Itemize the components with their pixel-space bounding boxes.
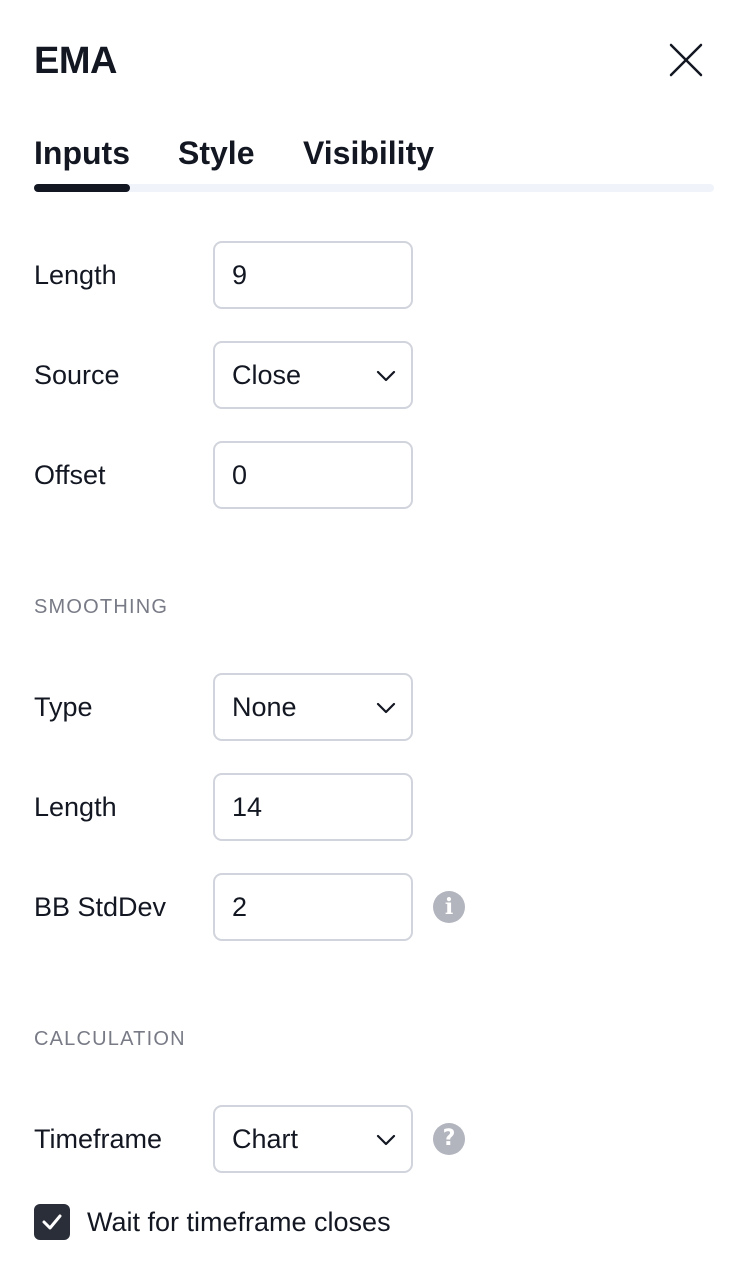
tab-visibility[interactable]: Visibility bbox=[303, 130, 434, 176]
timeframe-label: Timeframe bbox=[34, 1124, 163, 1154]
source-select-value: Close bbox=[232, 360, 302, 390]
tab-inputs[interactable]: Inputs bbox=[34, 130, 130, 176]
timeframe-select[interactable]: Chart bbox=[213, 1105, 413, 1173]
chevron-down-icon bbox=[376, 370, 396, 382]
bb-stddev-label: BB StdDev bbox=[34, 892, 167, 922]
tabs-underline-track bbox=[34, 184, 714, 192]
help-icon[interactable]: ? bbox=[433, 1123, 465, 1155]
calculation-section-title: CALCULATION bbox=[34, 1028, 186, 1050]
smoothing-length-input[interactable] bbox=[232, 777, 392, 838]
tab-active-indicator bbox=[34, 184, 130, 192]
wait-for-timeframe-checkbox[interactable] bbox=[34, 1204, 70, 1240]
chevron-down-icon bbox=[376, 702, 396, 714]
offset-label: Offset bbox=[34, 460, 106, 490]
wait-for-timeframe-label[interactable]: Wait for timeframe closes bbox=[87, 1204, 391, 1240]
bb-stddev-input[interactable] bbox=[232, 877, 392, 938]
tab-style[interactable]: Style bbox=[178, 130, 254, 176]
offset-input[interactable] bbox=[232, 445, 392, 506]
chevron-down-icon bbox=[376, 1134, 396, 1146]
smoothing-type-select[interactable]: None bbox=[213, 673, 413, 741]
smoothing-section-title: SMOOTHING bbox=[34, 596, 169, 618]
dialog-title: EMA bbox=[34, 40, 117, 82]
smoothing-type-value: None bbox=[232, 692, 297, 722]
close-icon bbox=[669, 43, 703, 77]
close-button[interactable] bbox=[664, 38, 708, 82]
length-input[interactable] bbox=[232, 245, 392, 306]
smoothing-length-field[interactable] bbox=[213, 773, 413, 841]
smoothing-length-label: Length bbox=[34, 792, 117, 822]
length-field[interactable] bbox=[213, 241, 413, 309]
indicator-settings-dialog: EMA Inputs Style Visibility Length Sourc… bbox=[0, 0, 748, 1278]
smoothing-type-label: Type bbox=[34, 692, 93, 722]
source-select[interactable]: Close bbox=[213, 341, 413, 409]
source-label: Source bbox=[34, 360, 120, 390]
bb-stddev-field[interactable] bbox=[213, 873, 413, 941]
info-icon[interactable]: i bbox=[433, 891, 465, 923]
length-label: Length bbox=[34, 260, 117, 290]
checkmark-icon bbox=[42, 1214, 62, 1230]
timeframe-value: Chart bbox=[232, 1124, 299, 1154]
offset-field[interactable] bbox=[213, 441, 413, 509]
